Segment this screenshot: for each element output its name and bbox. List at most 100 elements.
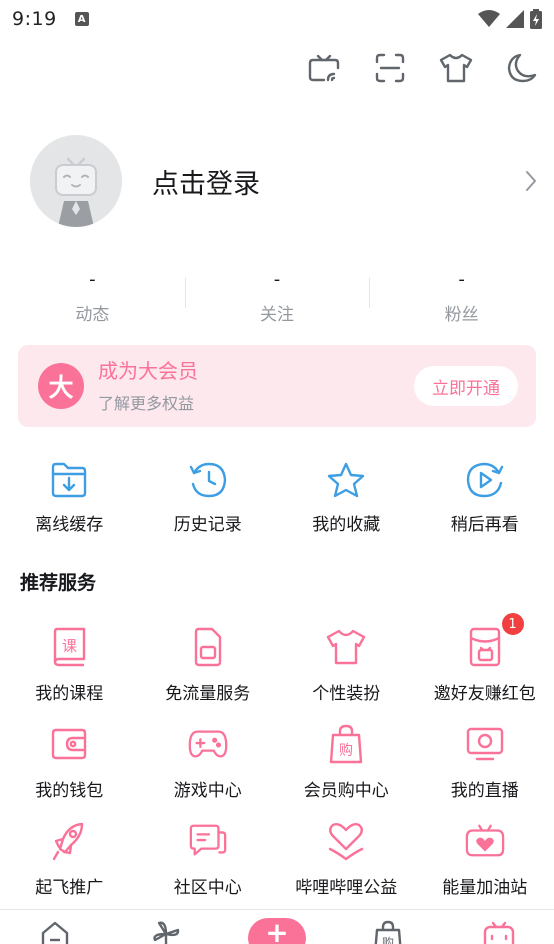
- stat-label: 粉丝: [444, 305, 479, 325]
- stats-row: - 动态 - 关注 - 粉丝: [0, 270, 554, 326]
- notification-icon: A: [74, 12, 89, 26]
- quick-label: 我的收藏: [312, 515, 381, 535]
- quick-history[interactable]: 历史记录: [139, 460, 278, 535]
- section-title-services: 推荐服务: [20, 572, 97, 594]
- service-label: 我的钱包: [35, 781, 104, 801]
- history-clock-icon: [189, 462, 226, 498]
- svg-text:课: 课: [62, 637, 77, 655]
- service-label: 游戏中心: [173, 781, 242, 801]
- vip-texts: 成为大会员 了解更多权益: [98, 358, 198, 414]
- vip-badge-icon: 大: [38, 363, 84, 409]
- signal-icon: [506, 10, 524, 28]
- wifi-icon: [478, 10, 500, 27]
- status-time: 9:19: [12, 8, 57, 30]
- service-invite-friends[interactable]: 1 邀好友赚红包: [416, 613, 554, 722]
- plus-icon: +: [265, 916, 289, 944]
- rocket-icon: [53, 822, 84, 861]
- avatar[interactable]: [30, 135, 122, 227]
- service-game-center[interactable]: 游戏中心: [139, 722, 278, 819]
- status-icons: [478, 9, 542, 29]
- stat-following[interactable]: - 关注: [184, 269, 370, 326]
- nav-mine[interactable]: [443, 910, 554, 944]
- tshirt-icon: [439, 53, 473, 83]
- svg-text:购: 购: [339, 743, 353, 759]
- scan-button[interactable]: [372, 50, 408, 86]
- service-label: 哔哩哔哩公益: [295, 878, 398, 898]
- stat-value: -: [458, 269, 465, 290]
- service-wallet[interactable]: 我的钱包: [0, 722, 139, 819]
- tshirt-icon: [327, 629, 366, 665]
- star-icon: [328, 462, 365, 498]
- notification-badge: 1: [501, 613, 524, 635]
- dress-up-button[interactable]: [438, 50, 474, 86]
- default-avatar-icon: [55, 157, 97, 227]
- night-mode-button[interactable]: [504, 50, 540, 86]
- service-my-live[interactable]: 我的直播: [416, 722, 554, 819]
- service-label: 起飞推广: [35, 878, 104, 898]
- shopping-bag-icon: 购: [330, 724, 363, 764]
- stat-dynamics[interactable]: - 动态: [0, 270, 185, 326]
- login-label[interactable]: 点击登录: [152, 162, 260, 201]
- vip-title: 成为大会员: [98, 359, 198, 383]
- nav-publish[interactable]: +: [222, 910, 333, 944]
- vip-banner[interactable]: 大 成为大会员 了解更多权益 立即开通: [18, 345, 536, 427]
- heart-hands-icon: [329, 822, 364, 861]
- service-dress-up[interactable]: 个性装扮: [277, 625, 416, 722]
- wallet-icon: [52, 728, 87, 760]
- bottom-nav: + 购: [0, 909, 554, 944]
- service-label: 免流量服务: [165, 684, 251, 704]
- stat-value: -: [273, 269, 281, 290]
- service-my-courses[interactable]: 课 我的课程: [0, 625, 139, 722]
- moon-icon: [507, 53, 537, 83]
- service-label: 我的课程: [35, 684, 104, 704]
- vip-open-button[interactable]: 立即开通: [414, 366, 518, 406]
- top-actions: [306, 50, 540, 86]
- bilibili-tv-icon: [483, 921, 514, 944]
- service-label: 会员购中心: [303, 781, 389, 801]
- publish-button[interactable]: +: [247, 916, 306, 944]
- service-label: 社区中心: [173, 878, 242, 898]
- live-tv-icon: [466, 727, 503, 761]
- service-label: 个性装扮: [312, 684, 381, 704]
- scan-icon: [375, 53, 405, 83]
- tv-cast-icon: [308, 54, 340, 82]
- service-label: 能量加油站: [442, 878, 528, 898]
- service-energy-station[interactable]: 能量加油站: [416, 819, 554, 916]
- quick-label: 历史记录: [173, 515, 242, 535]
- quick-label: 稍后再看: [450, 515, 519, 535]
- quick-watch-later[interactable]: 稍后再看: [416, 460, 554, 535]
- service-vip-shop[interactable]: 购 会员购中心: [277, 722, 416, 819]
- red-packet-icon: [469, 627, 500, 667]
- service-free-data[interactable]: 免流量服务: [139, 625, 278, 722]
- quick-label: 离线缓存: [35, 515, 104, 535]
- sim-card-icon: [194, 627, 221, 667]
- status-bar: 9:19 A: [0, 0, 554, 38]
- shopping-bag-icon: 购: [374, 920, 402, 944]
- tv-cast-button[interactable]: [306, 50, 342, 86]
- quick-favorites[interactable]: 我的收藏: [277, 460, 416, 535]
- pinwheel-icon: [153, 921, 180, 944]
- svg-text:购: 购: [382, 935, 394, 944]
- divider: [184, 278, 186, 308]
- nav-home[interactable]: [0, 910, 111, 944]
- quick-actions: 离线缓存 历史记录 我的收藏 稍后再看: [0, 460, 554, 535]
- vip-subtitle: 了解更多权益: [98, 394, 195, 413]
- course-book-icon: 课: [54, 627, 86, 667]
- watch-later-icon: [466, 462, 503, 498]
- service-label: 我的直播: [450, 781, 519, 801]
- chat-bubbles-icon: [189, 824, 227, 856]
- stat-fans[interactable]: - 粉丝: [369, 270, 554, 326]
- quick-offline-cache[interactable]: 离线缓存: [0, 460, 139, 535]
- service-charity[interactable]: 哔哩哔哩公益: [277, 819, 416, 916]
- stat-label: 关注: [260, 305, 294, 325]
- chevron-right-icon: [526, 171, 536, 191]
- service-takeoff-promo[interactable]: 起飞推广: [0, 819, 139, 916]
- login-row[interactable]: 点击登录: [30, 134, 540, 228]
- services-grid: 课 我的课程 免流量服务 个性装扮 1 邀好友赚红包 我的钱包 游戏中心 购 会…: [0, 613, 554, 916]
- nav-shop[interactable]: 购: [332, 910, 443, 944]
- heart-tv-icon: [465, 824, 504, 857]
- nav-trending[interactable]: [111, 910, 222, 944]
- service-label: 邀好友赚红包: [433, 684, 536, 704]
- service-community-center[interactable]: 社区中心: [139, 819, 278, 916]
- stat-label: 动态: [75, 305, 110, 325]
